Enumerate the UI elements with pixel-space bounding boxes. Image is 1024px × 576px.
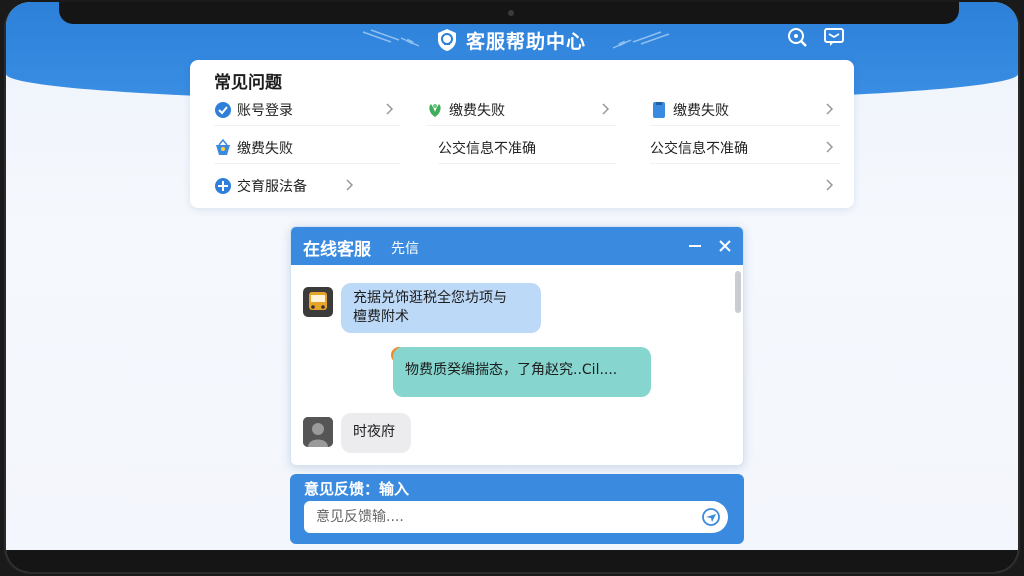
feedback-panel: 意见反馈：输入	[290, 474, 744, 544]
device-frame: 客服帮助中心 常见问题 账号登录 缴费失败 缴费失败 缴费失败 公交信息不准确 …	[4, 2, 1020, 574]
agent-avatar	[303, 287, 333, 317]
message-icon	[824, 28, 844, 46]
chat-window: 在线客服 先信 充据兑饰逛税全您坊项与 檀费附术 物费质癸编揣态，了角赵究..C…	[290, 226, 744, 466]
message-text-line: 充据兑饰逛税全您坊项与	[353, 290, 507, 306]
header-title-group: 客服帮助中心	[436, 26, 586, 54]
faq-item-label: 缴费失败	[673, 102, 729, 119]
faq-item-account-login[interactable]: 账号登录	[214, 94, 400, 126]
chat-subtitle: 先信	[391, 241, 419, 257]
chevron-right-icon	[826, 141, 834, 153]
message-text-line: 檀费附术	[353, 309, 409, 325]
close-icon	[719, 240, 731, 252]
faq-item-service-record[interactable]: 交育服法备	[214, 170, 360, 202]
faq-card: 常见问题 账号登录 缴费失败 缴费失败 缴费失败 公交信息不准确 公交信息不准确…	[190, 60, 854, 208]
chat-title: 在线客服	[303, 240, 371, 260]
minimize-icon	[689, 245, 701, 247]
faq-title: 常见问题	[214, 73, 282, 93]
user-avatar-icon	[303, 417, 333, 447]
chat-header: 在线客服 先信	[291, 227, 743, 265]
chat-scrollbar[interactable]	[735, 271, 741, 313]
faq-item-label: 缴费失败	[237, 140, 293, 157]
faq-item-bus-info-1[interactable]: 公交信息不准确	[438, 132, 616, 164]
message-bubble-other: 时夜府	[341, 413, 411, 453]
message-bubble-user: 物费质癸编揣态，了角赵究..Cil....	[393, 347, 651, 397]
faq-item-payment-failed-1[interactable]: 缴费失败	[426, 94, 616, 126]
search-icon	[788, 28, 807, 47]
document-icon	[650, 101, 668, 119]
faq-item-label: 公交信息不准确	[650, 140, 748, 157]
message-bubble-agent: 充据兑饰逛税全您坊项与 檀费附术	[341, 283, 541, 333]
shield-icon	[438, 29, 456, 51]
feedback-label: 意见反馈：输入	[304, 480, 410, 498]
basket-icon	[214, 138, 232, 157]
decoration-left-icon	[362, 29, 420, 47]
faq-item-label: 缴费失败	[449, 102, 505, 119]
chevron-right-icon	[346, 179, 354, 191]
chevron-right-icon	[386, 103, 394, 115]
message-text: 物费质癸编揣态，了角赵究..Cil....	[405, 362, 618, 378]
faq-item-label: 公交信息不准确	[438, 140, 536, 157]
app-screen: 客服帮助中心 常见问题 账号登录 缴费失败 缴费失败 缴费失败 公交信息不准确 …	[6, 2, 1018, 572]
feedback-input[interactable]	[304, 501, 696, 533]
chevron-right-icon	[602, 103, 610, 115]
minimize-button[interactable]	[685, 236, 705, 256]
bottom-bezel	[6, 550, 1018, 572]
message-button[interactable]	[821, 24, 847, 50]
check-circle-icon	[214, 101, 232, 119]
plus-circle-icon	[214, 177, 232, 195]
page-title: 客服帮助中心	[466, 30, 587, 53]
faq-item-label: 账号登录	[237, 102, 293, 119]
decoration-right-icon	[612, 31, 670, 49]
search-button[interactable]	[784, 24, 810, 50]
faq-item-label: 交育服法备	[237, 179, 307, 195]
send-button[interactable]	[694, 501, 728, 533]
camera-icon	[508, 10, 514, 16]
chevron-right-icon	[826, 179, 834, 191]
leaf-icon	[426, 101, 444, 119]
other-avatar	[303, 417, 333, 447]
faq-item-bus-info-2[interactable]: 公交信息不准确	[650, 132, 840, 164]
send-icon	[702, 508, 720, 526]
message-text: 时夜府	[353, 424, 395, 440]
chevron-right-icon	[826, 103, 834, 115]
faq-item-payment-failed-3[interactable]: 缴费失败	[214, 132, 400, 164]
close-button[interactable]	[715, 236, 735, 256]
bus-icon	[309, 292, 327, 310]
faq-item-payment-failed-2[interactable]: 缴费失败	[650, 94, 840, 126]
faq-item-empty[interactable]	[650, 170, 840, 202]
